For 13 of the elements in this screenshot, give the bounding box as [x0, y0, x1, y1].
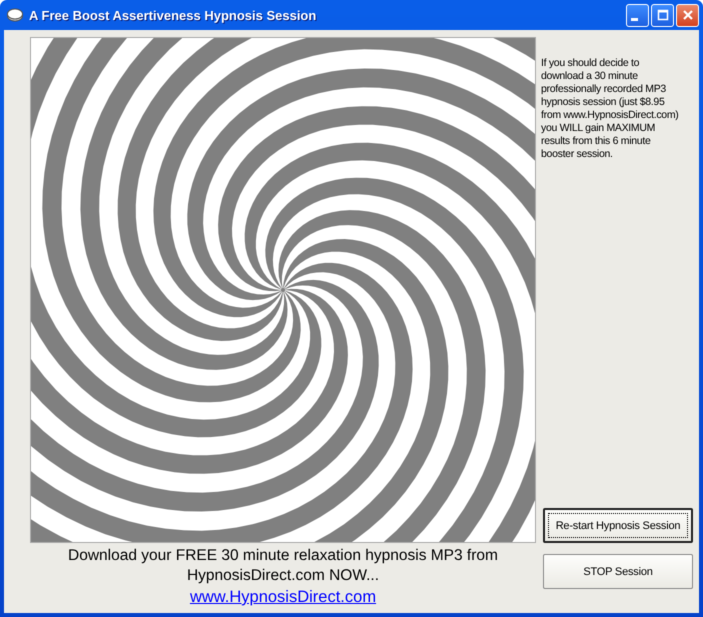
- maximize-icon: [656, 9, 668, 21]
- promo-text: Download your FREE 30 minute relaxation hypnosis MP3 from HypnosisDirect.com NOW...: [67, 546, 499, 586]
- minimize-button[interactable]: [626, 4, 649, 26]
- minimize-icon: [631, 18, 638, 20]
- info-text: If you should decide to download a 30 minute professionally recorded MP3 hypnosis session (just $8.95 from www.HypnosisDirect.com) you WILL gain MAXIMUM results from this 6 minute booster session.: [541, 57, 679, 161]
- disc-icon: [7, 8, 23, 22]
- window-title: A Free Boost Assertiveness Hypnosis Session: [29, 8, 318, 22]
- close-icon: [682, 9, 694, 21]
- close-button[interactable]: [676, 4, 699, 26]
- restart-button[interactable]: Re-start Hypnosis Session: [543, 508, 693, 543]
- stop-button[interactable]: STOP Session: [543, 554, 693, 589]
- maximize-button[interactable]: [651, 4, 674, 26]
- website-link[interactable]: www.HypnosisDirect.com: [190, 586, 376, 608]
